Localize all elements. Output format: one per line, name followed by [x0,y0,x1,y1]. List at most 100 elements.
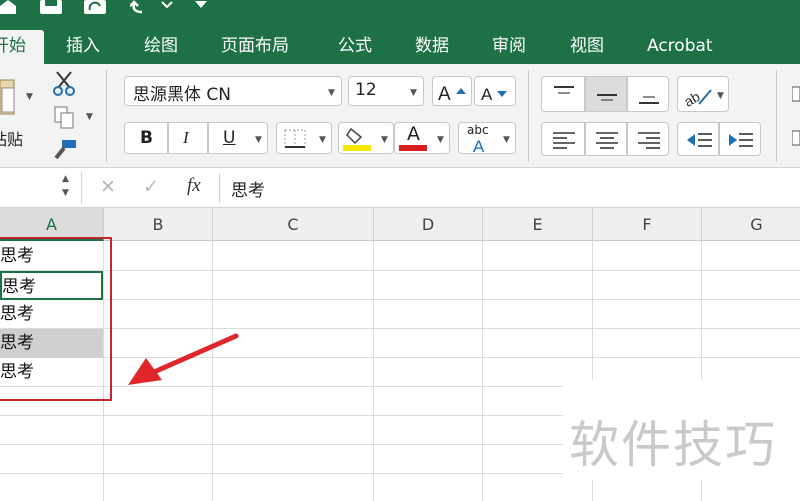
paste-icon[interactable] [0,78,16,116]
increase-indent-icon [729,133,753,147]
phonetic-button[interactable]: abc A ▼ [458,122,516,154]
font-name-select[interactable]: 思源黑体 CN ▼ [124,76,342,106]
font-size-value: 12 [355,80,377,100]
align-bottom-icon [639,96,659,104]
font-color-dropdown-icon: ▼ [437,135,444,145]
undo-icon[interactable] [130,0,156,14]
merge-cells-icon[interactable] [792,130,800,146]
name-box-up-icon[interactable]: ▲ [62,174,69,184]
column-headers: A B C D E F G [0,208,800,241]
wrap-text-icon[interactable] [792,86,800,102]
bold-label: B [140,128,153,148]
annotation-arrow-icon [128,333,239,385]
separator [776,70,777,162]
cancel-icon[interactable]: ✕ [100,176,116,198]
column-header-c[interactable]: C [213,208,374,241]
tab-data[interactable]: 数据 [415,30,449,64]
font-name-dropdown-icon: ▼ [328,88,335,98]
align-right-icon [638,132,660,149]
name-box-down-icon[interactable]: ▼ [62,188,69,198]
column-header-b[interactable]: B [104,208,213,241]
sync-icon[interactable] [84,0,106,14]
italic-button[interactable]: I [168,122,208,154]
font-size-dropdown-icon: ▼ [410,88,417,98]
spreadsheet-grid[interactable]: A B C D E F G 思考 思考 思考 思考 思考 软件技巧 [0,208,800,501]
column-line [482,241,483,501]
row-line [0,357,800,358]
phonetic-icon: A [473,137,485,153]
align-center-icon [596,132,618,149]
format-painter-icon[interactable] [52,138,78,160]
borders-icon [284,129,306,148]
row-line [0,328,800,329]
borders-button[interactable]: ▼ [276,122,332,154]
italic-label: I [183,128,189,147]
name-box[interactable]: ▲ ▼ [0,172,82,204]
undo-dropdown-icon[interactable] [160,0,174,10]
increase-font-size-button[interactable]: A [432,76,472,106]
font-color-button[interactable]: A ▼ [394,122,450,154]
decrease-font-icon: A [481,85,507,103]
copy-icon[interactable] [54,106,76,130]
tab-draw[interactable]: 绘图 [144,30,178,64]
formula-input[interactable]: 思考 [231,176,265,201]
save-icon[interactable] [40,0,62,14]
phonetic-sample: abc [467,123,489,137]
cut-icon[interactable] [52,70,76,96]
fill-bucket-icon [343,127,371,151]
align-middle-icon [597,94,617,101]
column-header-g[interactable]: G [702,208,800,241]
column-line [373,241,374,501]
highlight-box [0,237,112,401]
tab-acrobat[interactable]: Acrobat [647,30,713,64]
align-middle-button[interactable] [585,76,627,112]
paste-dropdown-icon[interactable]: ▼ [26,92,33,102]
increase-indent-button[interactable] [719,122,761,156]
orientation-button[interactable]: ab ▼ [677,76,729,112]
svg-text:A: A [473,137,485,153]
bold-button[interactable]: B [124,122,168,154]
align-left-button[interactable] [541,122,585,156]
tab-formulas[interactable]: 公式 [338,30,372,64]
borders-dropdown-icon: ▼ [319,135,326,145]
formula-bar: ▲ ▼ ✕ ✓ fx 思考 [0,168,800,208]
align-center-button[interactable] [585,122,627,156]
column-header-e[interactable]: E [483,208,593,241]
tab-home[interactable]: 开始 [0,30,44,64]
decrease-indent-icon [687,133,712,147]
tab-review[interactable]: 审阅 [492,30,526,64]
title-bar [0,0,800,30]
svg-text:A: A [481,85,493,103]
align-left-icon [553,132,575,149]
orientation-dropdown-icon: ▼ [717,91,724,101]
home-icon[interactable] [0,0,20,14]
row-line [0,299,800,300]
decrease-indent-button[interactable] [677,122,719,156]
align-top-icon [554,86,574,94]
tab-page-layout[interactable]: 页面布局 [221,30,289,64]
ribbon-tabs: 开始 插入 绘图 页面布局 公式 数据 审阅 视图 Acrobat [0,30,800,64]
function-icon[interactable]: fx [187,175,201,197]
fill-color-dropdown-icon: ▼ [381,135,388,145]
underline-label: U [223,128,236,148]
underline-button[interactable]: U ▼ [208,122,268,154]
align-right-button[interactable] [627,122,669,156]
decrease-font-size-button[interactable]: A [474,76,516,106]
column-header-d[interactable]: D [374,208,483,241]
separator [528,70,529,162]
tab-view[interactable]: 视图 [570,30,604,64]
orientation-icon: ab [683,88,712,108]
font-size-select[interactable]: 12 ▼ [348,76,424,106]
tab-insert[interactable]: 插入 [66,30,100,64]
svg-text:A: A [438,84,451,102]
copy-dropdown-icon[interactable]: ▼ [86,112,93,122]
fill-color-button[interactable]: ▼ [338,122,394,154]
column-header-f[interactable]: F [593,208,702,241]
customize-toolbar-icon[interactable] [194,0,208,10]
watermark-text: 软件技巧 [569,416,777,474]
align-bottom-button[interactable] [627,76,669,112]
font-color-swatch [399,145,427,151]
svg-text:ab: ab [683,88,703,108]
align-top-button[interactable] [541,76,585,112]
confirm-icon[interactable]: ✓ [143,176,159,198]
